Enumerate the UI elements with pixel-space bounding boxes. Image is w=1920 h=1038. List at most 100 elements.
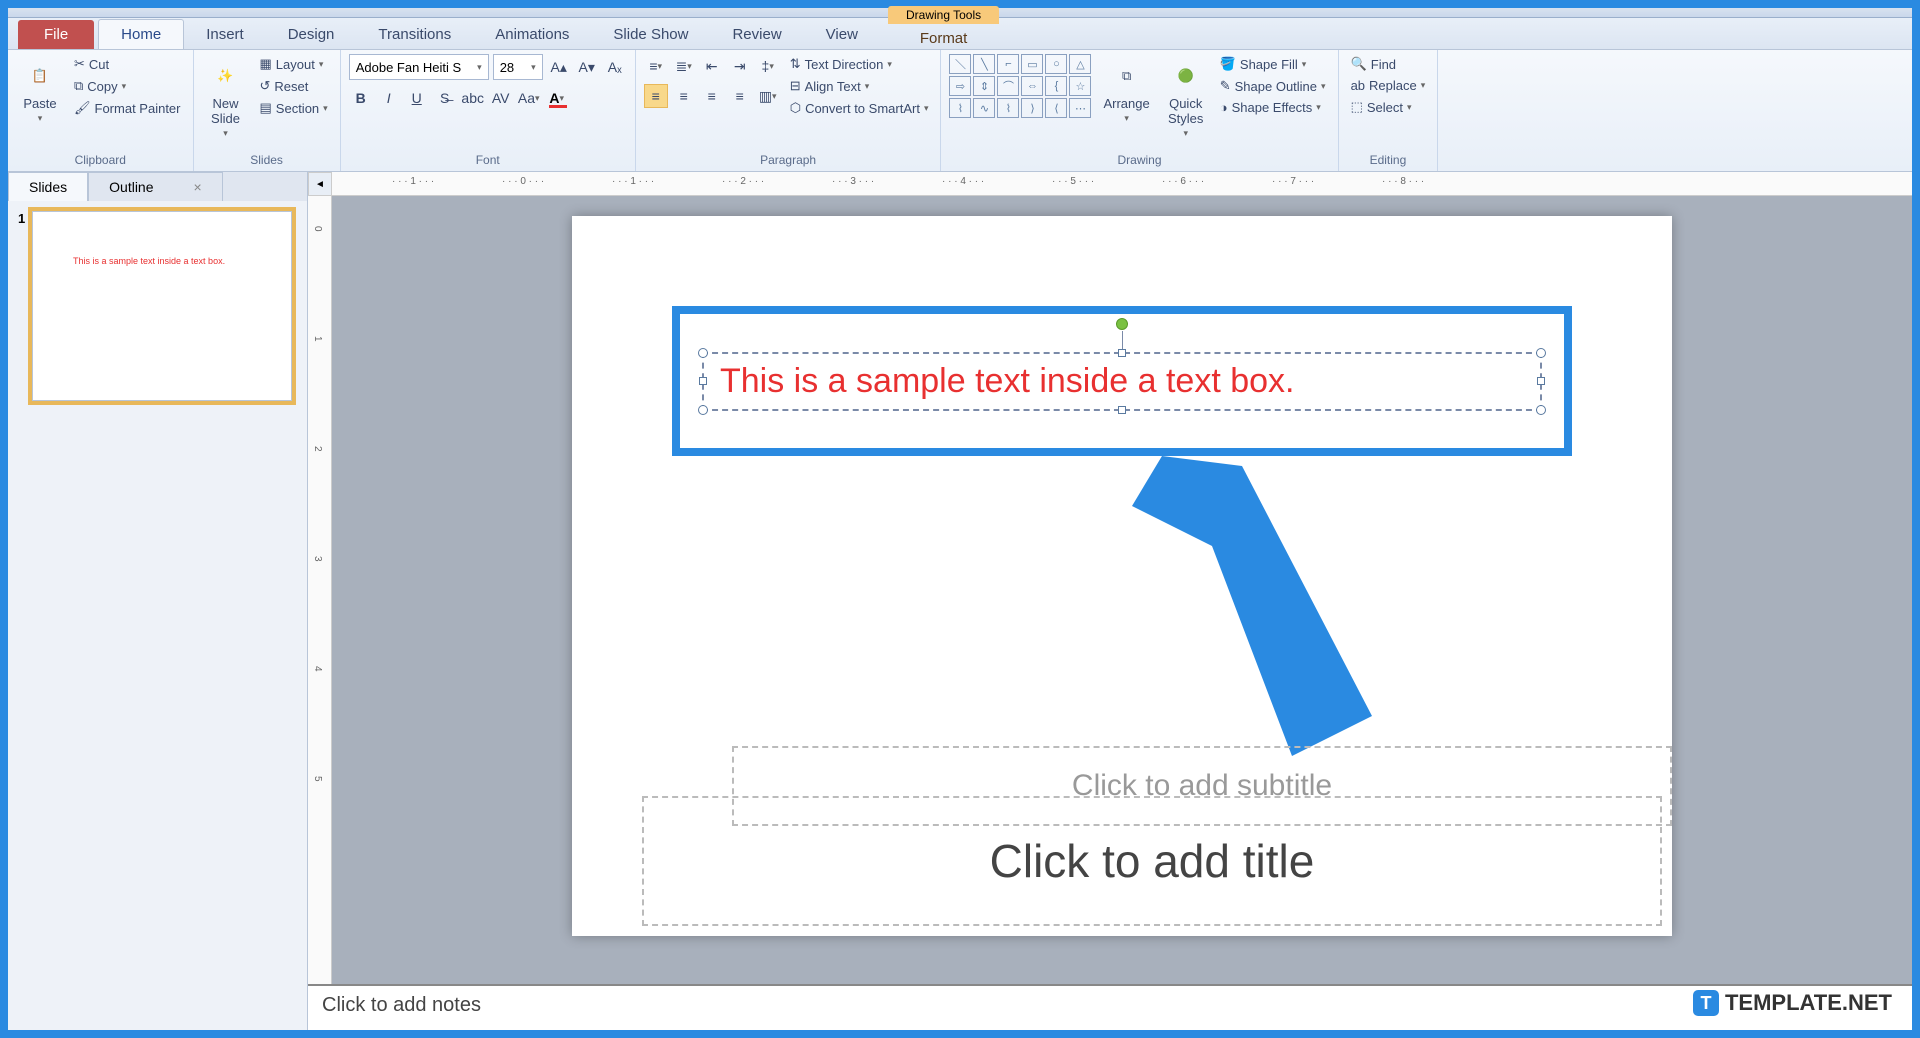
- panel-tab-slides[interactable]: Slides: [8, 172, 88, 201]
- shadow-button[interactable]: abc: [461, 86, 485, 110]
- align-right-button[interactable]: ≡: [700, 84, 724, 108]
- tab-review[interactable]: Review: [710, 20, 803, 49]
- align-center-button[interactable]: ≡: [672, 84, 696, 108]
- indent-button[interactable]: ⇥: [728, 54, 752, 78]
- bullets-button[interactable]: ≡▾: [644, 54, 668, 78]
- align-left-button[interactable]: ≡: [644, 84, 668, 108]
- shape-outline-button[interactable]: ✎Shape Outline▾: [1216, 76, 1330, 96]
- tab-animations[interactable]: Animations: [473, 20, 591, 49]
- file-tab[interactable]: File: [18, 20, 94, 49]
- line-spacing-button[interactable]: ‡▾: [756, 54, 780, 78]
- spacing-button[interactable]: AV: [489, 86, 513, 110]
- handle-tl[interactable]: [698, 348, 708, 358]
- clear-format-icon[interactable]: Aₓ: [603, 55, 627, 79]
- reset-button[interactable]: ↺Reset: [256, 76, 332, 96]
- font-color-button[interactable]: A▾: [545, 86, 569, 110]
- shape-triangle-icon[interactable]: △: [1069, 54, 1091, 74]
- shape-star-icon[interactable]: ☆: [1069, 76, 1091, 96]
- copy-button[interactable]: ⧉Copy▾: [70, 76, 185, 96]
- textbox-selected[interactable]: This is a sample text inside a text box.: [702, 352, 1542, 411]
- bold-button[interactable]: B: [349, 86, 373, 110]
- slide-canvas[interactable]: This is a sample text inside a text box.…: [572, 216, 1672, 936]
- section-button[interactable]: ▤Section▾: [256, 98, 332, 118]
- shape-free5-icon[interactable]: ⟨: [1045, 98, 1067, 118]
- justify-button[interactable]: ≡: [728, 84, 752, 108]
- font-size-selector[interactable]: 28▾: [493, 54, 543, 80]
- strike-button[interactable]: S̶: [433, 86, 457, 110]
- replace-button[interactable]: abReplace▾: [1347, 76, 1430, 95]
- thumbnails-area[interactable]: 1 This is a sample text inside a text bo…: [8, 201, 307, 1030]
- handle-br[interactable]: [1536, 405, 1546, 415]
- cut-button[interactable]: ✂Cut: [70, 54, 185, 74]
- shape-connector-icon[interactable]: ⌐: [997, 54, 1019, 74]
- shape-arrow-lr-icon[interactable]: ⇔: [1021, 76, 1043, 96]
- textbox-content[interactable]: This is a sample text inside a text box.: [720, 362, 1524, 401]
- horizontal-ruler[interactable]: · · · 1 · · ·· · · 0 · · ·· · · 1 · · ··…: [332, 172, 1912, 196]
- handle-tr[interactable]: [1536, 348, 1546, 358]
- panel-tab-outline[interactable]: Outline×: [88, 172, 223, 201]
- underline-button[interactable]: U: [405, 86, 429, 110]
- shape-more-icon[interactable]: ⋯: [1069, 98, 1091, 118]
- case-button[interactable]: Aa▾: [517, 86, 541, 110]
- title-placeholder[interactable]: Click to add title: [642, 796, 1662, 926]
- find-button[interactable]: 🔍Find: [1347, 54, 1400, 74]
- contextual-tab-group: Drawing Tools Format: [888, 6, 999, 53]
- close-panel-icon[interactable]: ×: [194, 179, 202, 195]
- shape-free4-icon[interactable]: ⟩: [1021, 98, 1043, 118]
- new-slide-button[interactable]: ✨ New Slide▾: [202, 54, 250, 143]
- numbering-button[interactable]: ≣▾: [672, 54, 696, 78]
- shape-effects-label: Shape Effects: [1232, 100, 1313, 115]
- group-font: Adobe Fan Heiti S▾ 28▾ A▴ A▾ Aₓ B I U S̶…: [341, 50, 636, 171]
- tab-format[interactable]: Format: [888, 24, 999, 53]
- shape-effects-button[interactable]: ◑Shape Effects▾: [1216, 98, 1330, 117]
- handle-tm[interactable]: [1118, 349, 1126, 357]
- shape-free2-icon[interactable]: ∿: [973, 98, 995, 118]
- outdent-button[interactable]: ⇤: [700, 54, 724, 78]
- notes-pane[interactable]: Click to add notes: [308, 984, 1912, 1030]
- arrange-button[interactable]: ⧉Arrange▾: [1097, 54, 1155, 128]
- tab-view[interactable]: View: [804, 20, 880, 49]
- quick-styles-button[interactable]: 🟢Quick Styles▾: [1162, 54, 1210, 143]
- align-text-button[interactable]: ⊟Align Text▾: [786, 76, 933, 96]
- shape-fill-button[interactable]: 🪣Shape Fill▾: [1216, 54, 1330, 74]
- shape-oval-icon[interactable]: ○: [1045, 54, 1067, 74]
- tab-slideshow[interactable]: Slide Show: [591, 20, 710, 49]
- slides-panel: Slides Outline× 1 This is a sample text …: [8, 172, 308, 1030]
- font-name-selector[interactable]: Adobe Fan Heiti S▾: [349, 54, 489, 80]
- handle-mr[interactable]: [1537, 377, 1545, 385]
- shapes-gallery[interactable]: ＼╲⌐▭○△ ⇨⇕⌒⇔{☆ ⌇∿⌇⟩⟨⋯: [949, 54, 1091, 118]
- layout-button[interactable]: ▦Layout▾: [256, 54, 332, 74]
- vertical-ruler[interactable]: 012345: [308, 196, 332, 984]
- tab-design[interactable]: Design: [266, 20, 357, 49]
- shape-free1-icon[interactable]: ⌇: [949, 98, 971, 118]
- paste-button[interactable]: 📋 Paste▾: [16, 54, 64, 128]
- text-direction-button[interactable]: ⇅Text Direction▾: [786, 54, 933, 74]
- smartart-button[interactable]: ⬡Convert to SmartArt▾: [786, 98, 933, 118]
- shape-arrow-ud-icon[interactable]: ⇕: [973, 76, 995, 96]
- shape-curve-icon[interactable]: ⌒: [997, 76, 1019, 96]
- shape-line2-icon[interactable]: ╲: [973, 54, 995, 74]
- shape-arrow-r-icon[interactable]: ⇨: [949, 76, 971, 96]
- handle-bm[interactable]: [1118, 406, 1126, 414]
- shape-brace-icon[interactable]: {: [1045, 76, 1067, 96]
- italic-button[interactable]: I: [377, 86, 401, 110]
- tab-transitions[interactable]: Transitions: [356, 20, 473, 49]
- shape-rect-icon[interactable]: ▭: [1021, 54, 1043, 74]
- decrease-font-icon[interactable]: A▾: [575, 55, 599, 79]
- handle-ml[interactable]: [699, 377, 707, 385]
- handle-bl[interactable]: [698, 405, 708, 415]
- rotation-handle[interactable]: [1116, 318, 1128, 330]
- select-button[interactable]: ⬚Select▾: [1347, 97, 1416, 117]
- reset-label: Reset: [274, 79, 308, 94]
- columns-button[interactable]: ▥▾: [756, 84, 780, 108]
- slide-viewport[interactable]: This is a sample text inside a text box.…: [332, 196, 1912, 984]
- format-painter-button[interactable]: 🖌Format Painter: [70, 98, 185, 118]
- paste-label: Paste: [23, 96, 56, 111]
- increase-font-icon[interactable]: A▴: [547, 55, 571, 79]
- shape-line-icon[interactable]: ＼: [949, 54, 971, 74]
- tab-insert[interactable]: Insert: [184, 20, 266, 49]
- tab-home[interactable]: Home: [98, 19, 184, 49]
- shape-free3-icon[interactable]: ⌇: [997, 98, 1019, 118]
- ruler-corner[interactable]: ◄: [308, 172, 332, 196]
- slide-thumbnail-1[interactable]: This is a sample text inside a text box.: [32, 211, 292, 401]
